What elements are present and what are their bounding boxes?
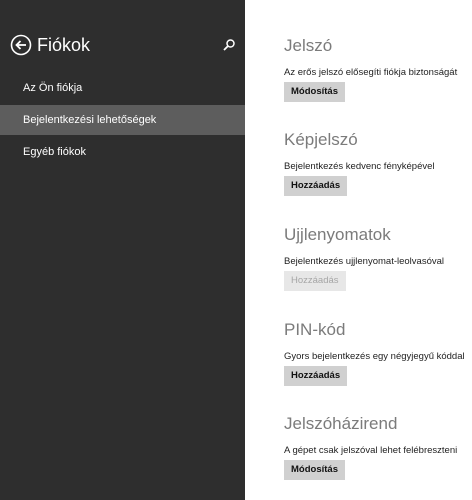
sidebar-item-label: Az Ön fiókja bbox=[23, 82, 83, 94]
section-description: Gyors bejelentkezés egy négyjegyű kóddal bbox=[284, 351, 465, 362]
change-password-button[interactable]: Módosítás bbox=[284, 82, 345, 102]
sidebar-item-other-accounts[interactable]: Egyéb fiókok bbox=[0, 137, 245, 167]
page-title: Fiókok bbox=[37, 35, 91, 55]
sidebar-header: Fiókok bbox=[10, 34, 238, 56]
add-pin-button[interactable]: Hozzáadás bbox=[284, 366, 348, 386]
sidebar-item-your-account[interactable]: Az Ön fiókja bbox=[0, 73, 245, 103]
change-policy-button[interactable]: Módosítás bbox=[284, 460, 345, 480]
section-description: Az erős jelszó elősegíti fiókja biztonsá… bbox=[284, 67, 458, 78]
section-title: PIN-kód bbox=[284, 320, 346, 339]
add-picture-password-button[interactable]: Hozzáadás bbox=[284, 176, 348, 196]
section-description: Bejelentkezés kedvenc fényképével bbox=[284, 161, 435, 172]
sidebar-item-sign-in-options[interactable]: Bejelentkezési lehetőségek bbox=[0, 105, 245, 135]
sidebar-item-label: Egyéb fiókok bbox=[23, 146, 86, 158]
section-title: Képjelszó bbox=[284, 130, 358, 149]
sidebar-item-label: Bejelentkezési lehetőségek bbox=[23, 114, 157, 126]
search-icon[interactable] bbox=[222, 38, 236, 52]
section-title: Ujjlenyomatok bbox=[284, 225, 391, 244]
section-title: Jelszóházirend bbox=[284, 414, 398, 433]
add-fingerprint-button: Hozzáadás bbox=[284, 271, 346, 291]
back-arrow-circle-icon[interactable] bbox=[10, 34, 32, 56]
section-description: Bejelentkezés ujjlenyomat-leolvasóval bbox=[284, 256, 445, 267]
main-content: Jelszó Az erős jelszó elősegíti fiókja b… bbox=[245, 0, 472, 500]
section-title: Jelszó bbox=[284, 36, 333, 55]
sidebar: Fiókok Az Ön fiókja Bejelentkezési lehet… bbox=[0, 0, 245, 500]
section-description: A gépet csak jelszóval lehet felébreszte… bbox=[284, 445, 458, 456]
